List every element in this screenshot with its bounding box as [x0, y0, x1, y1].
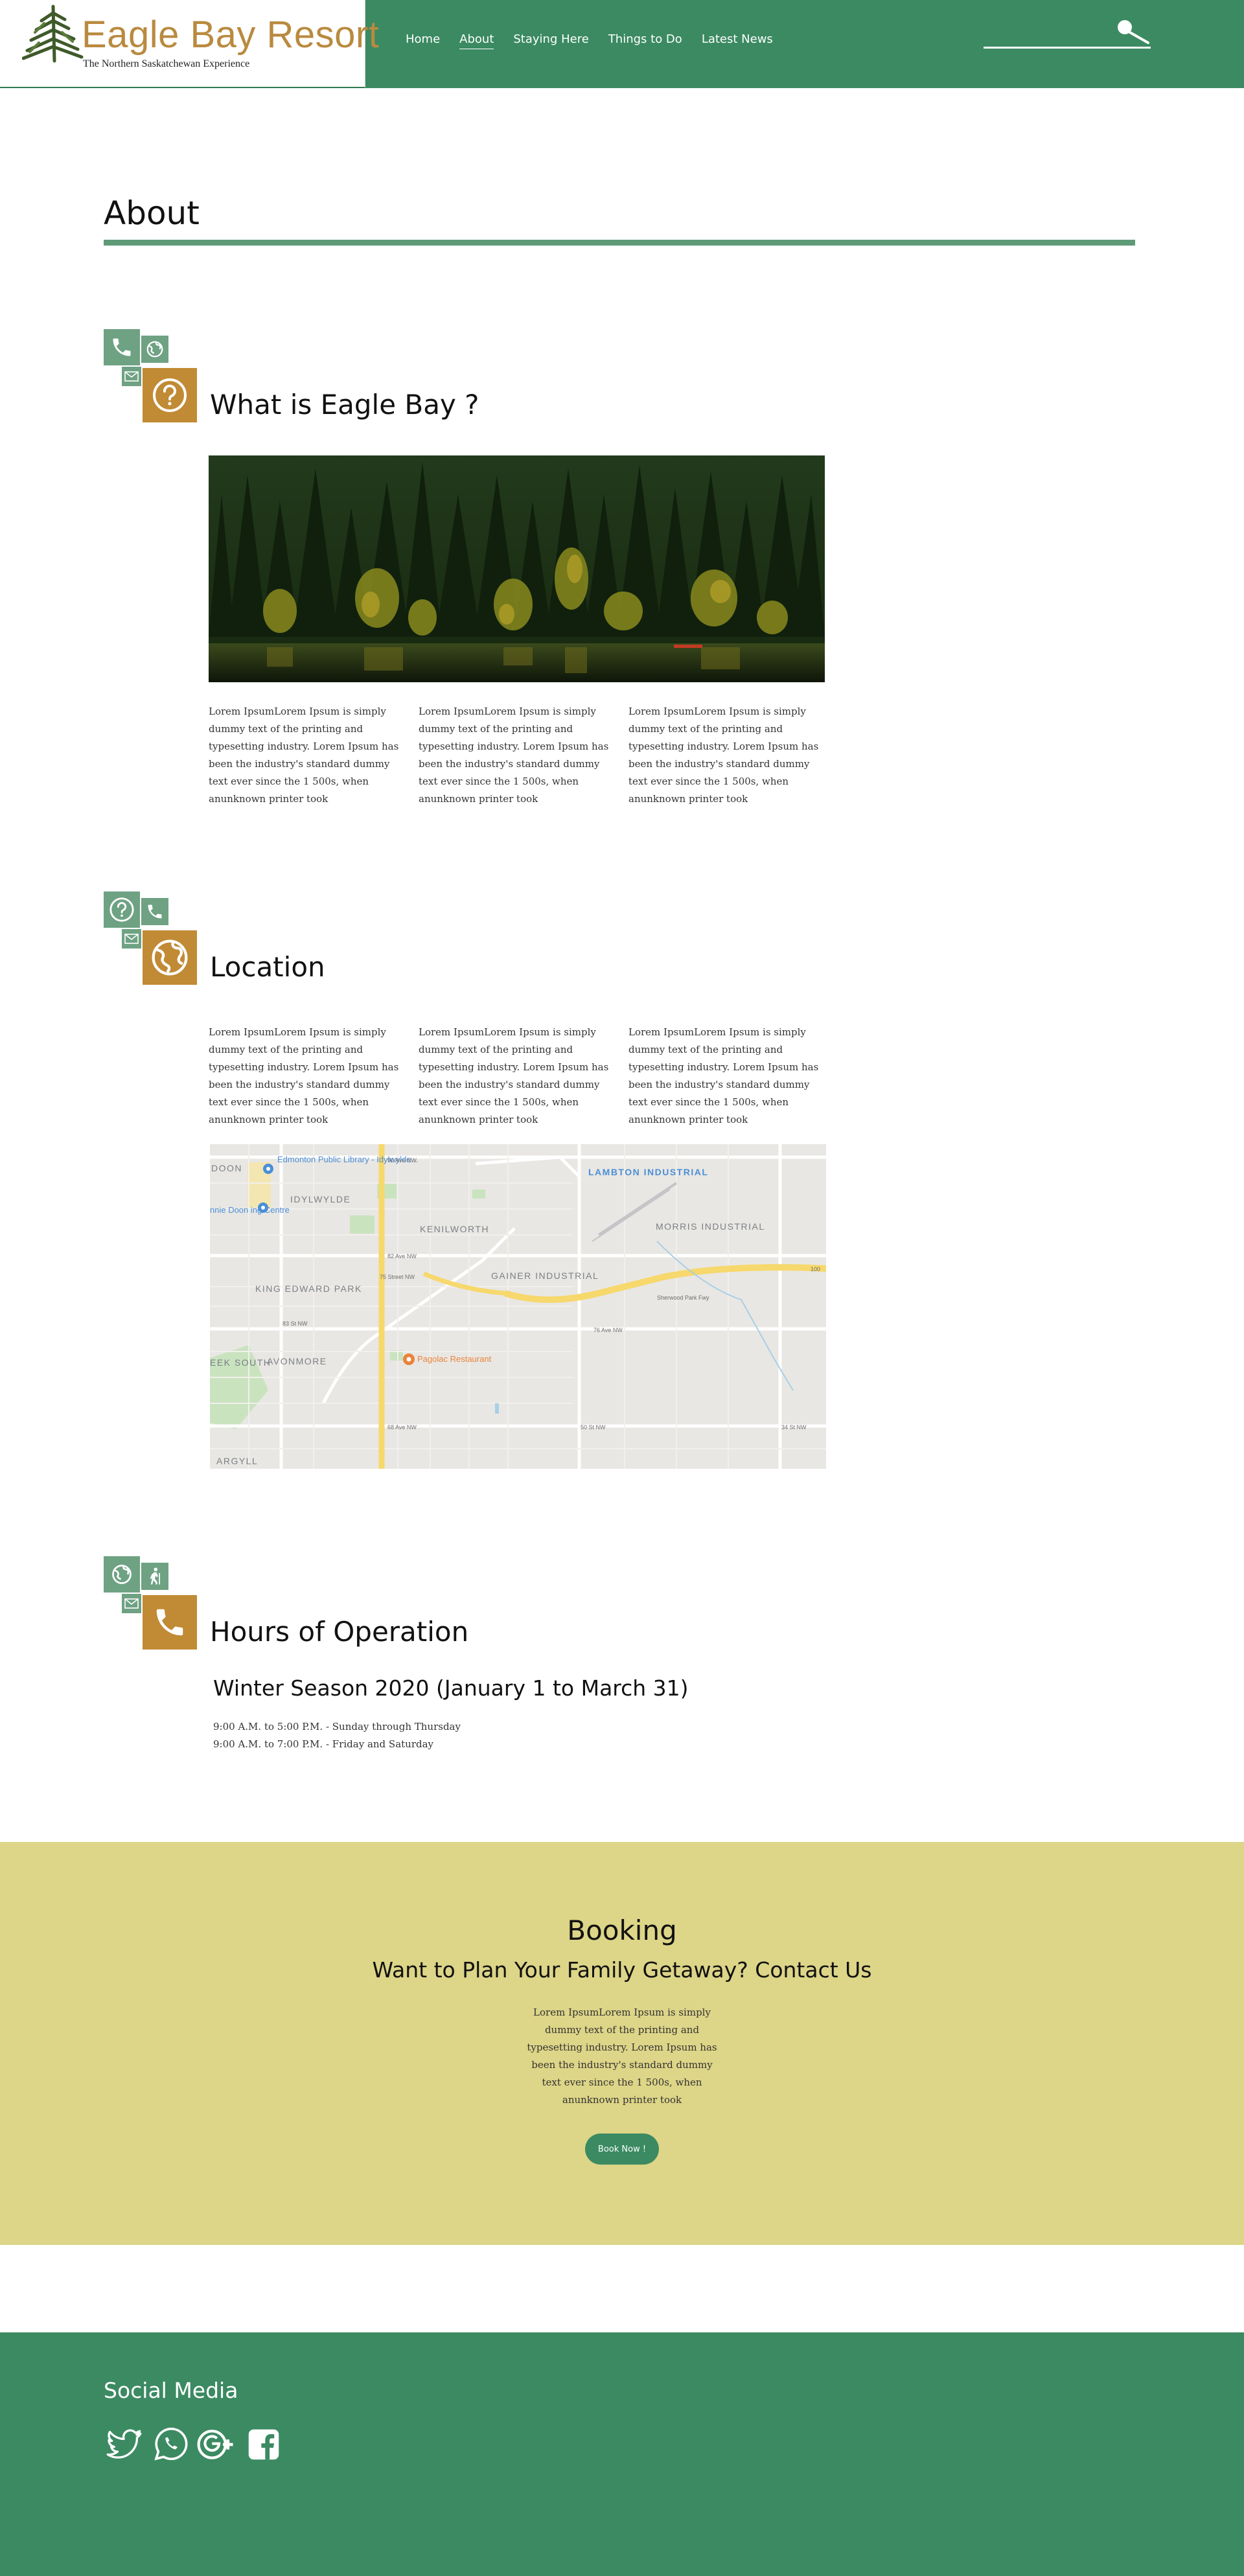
question-icon — [143, 368, 197, 422]
whatsapp-icon[interactable] — [150, 2424, 190, 2465]
section-icon-cluster — [104, 891, 201, 989]
logo[interactable]: Eagle Bay Resort The Northern Saskatchew… — [0, 0, 379, 88]
map-label: Sherwood Park Fwy — [657, 1294, 709, 1301]
section-heading-location: Location — [210, 951, 325, 983]
pine-tree-icon — [22, 5, 84, 63]
phone-icon — [143, 1595, 197, 1650]
search-icon[interactable] — [1114, 18, 1152, 44]
mail-icon — [122, 1594, 141, 1613]
text-columns: Lorem IpsumLorem Ipsum is simply dummy t… — [209, 1024, 838, 1129]
map-label: Pagolac Restaurant — [417, 1354, 492, 1364]
map-label: 34 St NW — [781, 1424, 807, 1431]
twitter-icon[interactable] — [104, 2424, 144, 2465]
nav-staying-here[interactable]: Staying Here — [513, 32, 588, 49]
section-heading-hours: Hours of Operation — [210, 1616, 469, 1648]
map-label: AVONMORE — [267, 1356, 327, 1366]
nav-about[interactable]: About — [459, 32, 494, 49]
location-map[interactable]: DOON IDYLWYLDE KENILWORTH MORRIS INDUSTR… — [210, 1144, 826, 1469]
hours-line: 9:00 A.M. to 7:00 P.M. - Friday and Satu… — [213, 1738, 434, 1750]
text-column: Lorem IpsumLorem Ipsum is simply dummy t… — [209, 1026, 399, 1125]
hours-line: 9:00 A.M. to 5:00 P.M. - Sunday through … — [213, 1721, 461, 1732]
phone-icon — [141, 898, 168, 925]
map-label: 75 Street NW — [380, 1274, 415, 1280]
nav-things-to-do[interactable]: Things to Do — [608, 32, 682, 49]
question-icon — [104, 891, 140, 928]
logo-title: Eagle Bay Resort — [82, 14, 380, 56]
booking-title: Booking — [567, 1915, 677, 1946]
map-label: ARGYLL — [216, 1456, 258, 1466]
globe-icon — [141, 336, 168, 363]
text-column: Lorem IpsumLorem Ipsum is simply dummy t… — [628, 1026, 819, 1125]
nav-latest-news[interactable]: Latest News — [702, 32, 773, 49]
map-label: KENILWORTH — [420, 1224, 489, 1234]
site-header: Eagle Bay Resort The Northern Saskatchew… — [0, 0, 1244, 88]
search-input[interactable] — [984, 47, 1151, 49]
text-columns: Lorem IpsumLorem Ipsum is simply dummy t… — [209, 703, 838, 808]
map-label: 83 St NW — [282, 1320, 308, 1327]
hours-list: 9:00 A.M. to 5:00 P.M. - Sunday through … — [213, 1718, 461, 1753]
social-icons — [104, 2424, 290, 2465]
map-label: EEK SOUTH — [210, 1357, 271, 1368]
site-footer: Social Media — [0, 2332, 1244, 2576]
map-label: LAMBTON INDUSTRIAL — [588, 1167, 708, 1177]
section-icon-cluster — [104, 1556, 201, 1653]
section-icon-cluster — [104, 329, 201, 426]
google-plus-icon[interactable] — [197, 2424, 237, 2465]
text-column: Lorem IpsumLorem Ipsum is simply dummy t… — [628, 706, 819, 805]
season-title: Winter Season 2020 (January 1 to March 3… — [213, 1675, 689, 1701]
mail-icon — [122, 929, 141, 949]
hiker-icon — [141, 1563, 168, 1590]
page-title: About — [104, 194, 200, 232]
text-column: Lorem IpsumLorem Ipsum is simply dummy t… — [419, 1026, 609, 1125]
phone-icon — [104, 329, 140, 365]
map-label: 90 Ave NW — [387, 1157, 417, 1164]
book-now-button[interactable]: Book Now ! — [585, 2133, 659, 2165]
globe-icon — [143, 930, 197, 985]
title-divider — [104, 240, 1135, 246]
map-label: 68 Ave NW — [387, 1424, 417, 1431]
booking-section: Booking Want to Plan Your Family Getaway… — [0, 1842, 1244, 2245]
map-label: KING EDWARD PARK — [255, 1283, 362, 1294]
booking-subtitle: Want to Plan Your Family Getaway? Contac… — [372, 1957, 872, 1983]
map-label: GAINER INDUSTRIAL — [491, 1271, 599, 1281]
logo-tagline: The Northern Saskatchewan Experience — [83, 58, 250, 69]
map-label: 82 Ave NW — [387, 1253, 417, 1259]
map-label: 50 St NW — [581, 1424, 606, 1431]
map-label: 100 — [811, 1266, 820, 1272]
booking-text: Lorem IpsumLorem Ipsum is simply dummy t… — [527, 2007, 717, 2106]
globe-icon — [104, 1556, 140, 1593]
social-title: Social Media — [104, 2378, 238, 2403]
map-label: 76 Ave NW — [593, 1327, 623, 1333]
facebook-icon[interactable] — [244, 2424, 284, 2465]
map-label: MORRIS INDUSTRIAL — [656, 1221, 765, 1232]
map-label: IDYLWYLDE — [290, 1194, 351, 1204]
text-column: Lorem IpsumLorem Ipsum is simply dummy t… — [419, 706, 609, 805]
map-label: nnie Doon ing Centre — [210, 1205, 290, 1215]
text-column: Lorem IpsumLorem Ipsum is simply dummy t… — [209, 706, 399, 805]
main-nav: Home About Staying Here Things to Do Lat… — [406, 32, 792, 49]
mail-icon — [122, 367, 141, 386]
forest-lake-photo — [209, 455, 825, 682]
map-label: DOON — [211, 1163, 242, 1173]
nav-home[interactable]: Home — [406, 32, 440, 49]
section-heading-what-is-eagle-bay: What is Eagle Bay ? — [210, 389, 479, 420]
